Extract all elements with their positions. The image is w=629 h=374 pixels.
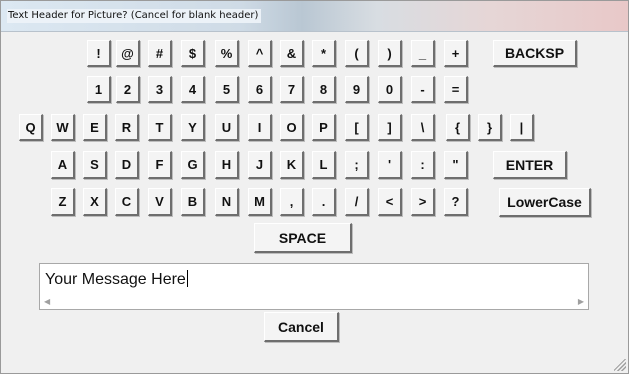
key-row1-4[interactable]: %: [215, 40, 239, 67]
key-row3-2[interactable]: E: [83, 114, 107, 141]
key-row3-8[interactable]: O: [280, 114, 304, 141]
key-row2-6[interactable]: 7: [280, 76, 304, 103]
key-row5-7[interactable]: ,: [280, 188, 304, 216]
dialog-window: Text Header for Picture? (Cancel for bla…: [0, 0, 629, 374]
window-title: Text Header for Picture? (Cancel for bla…: [7, 9, 262, 23]
key-row5-6[interactable]: M: [248, 188, 272, 216]
key-row2-11[interactable]: =: [444, 76, 468, 103]
key-row1-6[interactable]: &: [280, 40, 304, 67]
key-row2-10[interactable]: -: [411, 76, 435, 103]
key-row3-0[interactable]: Q: [19, 114, 43, 141]
key-row5-4[interactable]: B: [181, 188, 205, 216]
key-row1-9[interactable]: ): [378, 40, 402, 67]
text-caret: [186, 270, 188, 287]
key-row4-8[interactable]: L: [312, 151, 336, 179]
key-row4-4[interactable]: G: [181, 151, 205, 179]
key-row2-8[interactable]: 9: [345, 76, 369, 103]
key-row5-9[interactable]: /: [345, 188, 369, 216]
key-row5-3[interactable]: V: [148, 188, 172, 216]
key-row3-3[interactable]: R: [115, 114, 139, 141]
key-row5-10[interactable]: <: [378, 188, 402, 216]
key-row4-7[interactable]: K: [280, 151, 304, 179]
key-row1-11[interactable]: +: [444, 40, 468, 67]
key-row1-5[interactable]: ^: [248, 40, 272, 67]
key-row4-12[interactable]: ": [444, 151, 468, 179]
key-row5-0[interactable]: Z: [51, 188, 75, 216]
key-row2-7[interactable]: 8: [312, 76, 336, 103]
key-row2-4[interactable]: 5: [215, 76, 239, 103]
key-row4-0[interactable]: A: [51, 151, 75, 179]
key-row3-4[interactable]: T: [148, 114, 172, 141]
key-row3-15[interactable]: |: [510, 114, 534, 141]
key-row1-3[interactable]: $: [181, 40, 205, 67]
scroll-right-arrow-icon[interactable]: ▶: [578, 297, 584, 306]
key-row5-11[interactable]: >: [411, 188, 435, 216]
backspace-key[interactable]: BACKSP: [493, 40, 577, 67]
key-row3-10[interactable]: [: [345, 114, 369, 141]
key-row3-5[interactable]: Y: [181, 114, 205, 141]
key-row5-1[interactable]: X: [83, 188, 107, 216]
key-row5-2[interactable]: C: [115, 188, 139, 216]
key-row4-6[interactable]: J: [248, 151, 272, 179]
key-row4-9[interactable]: ;: [345, 151, 369, 179]
key-row4-11[interactable]: :: [411, 151, 435, 179]
key-row3-9[interactable]: P: [312, 114, 336, 141]
key-row4-5[interactable]: H: [215, 151, 239, 179]
key-row1-8[interactable]: (: [345, 40, 369, 67]
lowercase-key[interactable]: LowerCase: [499, 188, 591, 217]
key-row3-6[interactable]: U: [215, 114, 239, 141]
key-row5-8[interactable]: .: [312, 188, 336, 216]
key-row3-12[interactable]: \: [411, 114, 435, 141]
key-row3-1[interactable]: W: [51, 114, 75, 141]
key-row2-1[interactable]: 2: [116, 76, 140, 103]
key-row1-7[interactable]: *: [312, 40, 336, 67]
space-key[interactable]: SPACE: [254, 223, 352, 253]
resize-grip-icon[interactable]: [614, 359, 626, 371]
key-row5-12[interactable]: ?: [444, 188, 468, 216]
scroll-left-arrow-icon[interactable]: ◀: [44, 297, 50, 306]
key-row1-1[interactable]: @: [116, 40, 140, 67]
key-row4-10[interactable]: ': [378, 151, 402, 179]
cancel-button[interactable]: Cancel: [264, 312, 339, 342]
horizontal-scrollbar[interactable]: ◀ ▶: [40, 295, 588, 309]
key-row2-3[interactable]: 4: [181, 76, 205, 103]
key-row3-11[interactable]: ]: [378, 114, 402, 141]
enter-key[interactable]: ENTER: [493, 151, 567, 179]
message-input-text: Your Message Here: [45, 270, 188, 288]
key-row3-7[interactable]: I: [248, 114, 272, 141]
key-row1-10[interactable]: _: [411, 40, 435, 67]
key-row1-2[interactable]: #: [148, 40, 172, 67]
key-row5-5[interactable]: N: [215, 188, 239, 216]
key-row1-0[interactable]: !: [87, 40, 111, 67]
key-row4-3[interactable]: F: [148, 151, 172, 179]
message-input[interactable]: Your Message Here ◀ ▶: [39, 263, 589, 310]
key-row4-1[interactable]: S: [83, 151, 107, 179]
key-row2-0[interactable]: 1: [87, 76, 111, 103]
key-row2-9[interactable]: 0: [378, 76, 402, 103]
title-bar[interactable]: Text Header for Picture? (Cancel for bla…: [1, 1, 628, 32]
key-row3-14[interactable]: }: [478, 114, 502, 141]
key-row4-2[interactable]: D: [115, 151, 139, 179]
key-row2-5[interactable]: 6: [248, 76, 272, 103]
key-row3-13[interactable]: {: [446, 114, 470, 141]
key-row2-2[interactable]: 3: [148, 76, 172, 103]
